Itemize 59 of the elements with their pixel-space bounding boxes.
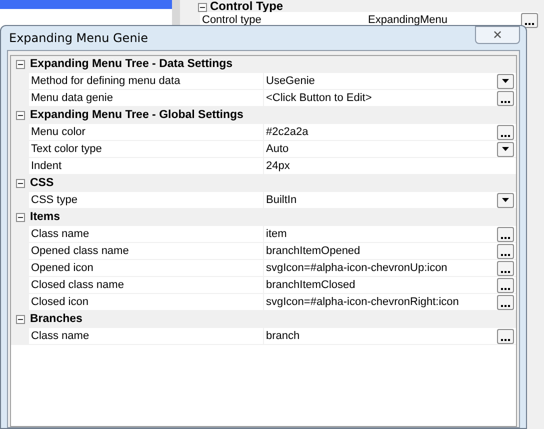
property-value: <Click Button to Edit> [266, 90, 372, 106]
property-label: Method for defining menu data [11, 73, 264, 90]
minus-icon [16, 61, 24, 68]
property-label: CSS type [11, 192, 264, 209]
minus-icon [199, 4, 206, 11]
property-value: ExpandingMenu [368, 12, 449, 28]
ellipsis-button[interactable] [497, 226, 514, 242]
property-value: #2c2a2a [266, 124, 308, 140]
minus-icon [16, 112, 24, 119]
property-value: 24px [266, 158, 290, 174]
category-title: Branches [29, 312, 82, 327]
minus-icon [16, 316, 24, 323]
ellipsis-button[interactable] [521, 12, 538, 28]
ellipsis-button[interactable] [497, 90, 514, 106]
category-title: Expanding Menu Tree - Global Settings [29, 108, 244, 123]
ellipsis-button[interactable] [497, 124, 514, 140]
collapse-toggle[interactable] [16, 213, 24, 222]
dialog-title: Expanding Menu Genie [9, 30, 148, 47]
property-value: branchItemClosed [266, 278, 356, 293]
category-title: Items [29, 210, 60, 225]
property-label: Menu color [11, 124, 264, 141]
category-title: Expanding Menu Tree - Data Settings [29, 56, 233, 72]
ellipsis-button[interactable] [497, 294, 514, 310]
property-value: svgIcon=#alpha-icon-chevronRight:icon [266, 294, 459, 310]
collapse-toggle[interactable] [16, 179, 24, 188]
property-value: BuiltIn [266, 192, 297, 208]
collapse-toggle[interactable] [16, 111, 24, 120]
property-label: Indent [11, 158, 264, 175]
minus-icon [16, 214, 24, 221]
category-title: CSS [29, 176, 54, 191]
property-value: item [266, 226, 287, 242]
ellipsis-button[interactable] [497, 260, 514, 276]
caret-down-icon [502, 147, 509, 151]
minus-icon [16, 180, 24, 187]
caret-down-icon [502, 198, 509, 202]
ellipsis-button[interactable] [497, 328, 514, 344]
property-label: Opened class name [11, 243, 264, 260]
collapse-toggle[interactable] [198, 3, 207, 12]
collapse-toggle[interactable] [16, 315, 24, 324]
ellipsis-button[interactable] [497, 278, 514, 292]
property-label: Class name [11, 226, 264, 243]
property-label: Text color type [11, 141, 264, 158]
ellipsis-button[interactable] [497, 244, 514, 258]
dropdown-button[interactable] [497, 74, 514, 88]
property-label: Opened icon [11, 260, 264, 277]
close-button[interactable]: ✕ [475, 26, 520, 44]
property-label: Class name [11, 328, 264, 345]
property-value: Auto [266, 142, 289, 157]
property-value: branch [266, 328, 300, 344]
property-value: UseGenie [266, 74, 315, 89]
property-label: Closed icon [11, 294, 264, 311]
caret-down-icon [502, 79, 509, 83]
property-label: Closed class name [11, 277, 264, 294]
dropdown-button[interactable] [497, 192, 514, 208]
collapse-toggle[interactable] [16, 60, 24, 69]
dropdown-button[interactable] [497, 142, 514, 156]
property-value: branchItemOpened [266, 244, 360, 259]
property-label: Menu data genie [11, 90, 264, 107]
property-value: svgIcon=#alpha-icon-chevronUp:icon [266, 260, 448, 276]
